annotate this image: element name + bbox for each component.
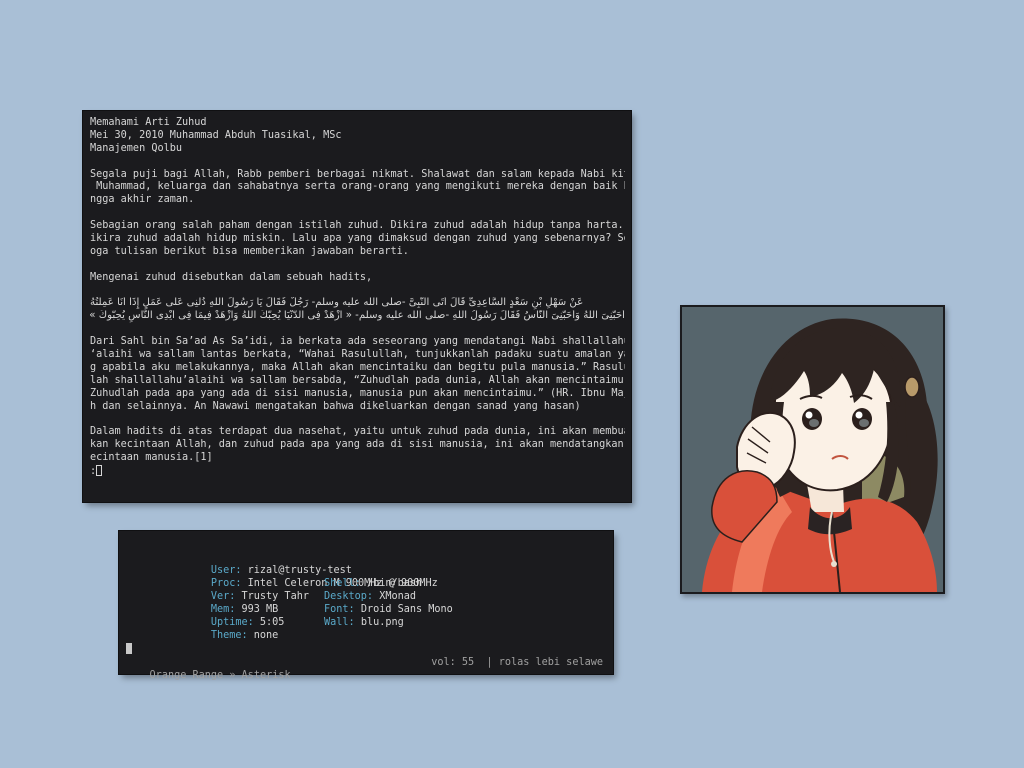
wall-label: Wall: — [324, 617, 355, 628]
reader-text-line — [90, 259, 625, 272]
reader-text-line — [90, 207, 625, 220]
reader-text-line: oga tulisan berikut bisa memberikan jawa… — [90, 245, 409, 257]
player-status-right: vol: 55 | rolas lebi selawe — [431, 656, 603, 669]
reader-text-line: Sebagian orang salah paham dengan istila… — [90, 220, 625, 232]
reader-text-line: Muhammad, keluarga dan sahabatnya serta … — [90, 181, 625, 193]
reader-text-after-line: Zuhudlah pada apa yang ada di sisi manus… — [90, 387, 625, 399]
sysinfo-row-uptime-font: Uptime: 5:05 Font: Droid Sans Mono — [174, 603, 594, 628]
sysinfo-terminal-window[interactable]: User: rizal@trusty-test Proc: Intel Cele… — [119, 531, 613, 681]
wall-value: blu.png — [360, 617, 404, 628]
anime-girl-portrait-icon — [680, 305, 945, 594]
shell-label: Shell: — [324, 578, 361, 589]
volume-readout: vol: 55 — [431, 657, 475, 668]
reader-text-block-after: Dari Sahl bin Sa’ad As Sa’idi, ia berkat… — [90, 323, 625, 465]
reader-text-after-line: Dalam hadits di atas terdapat dua naseha… — [90, 426, 625, 438]
reader-terminal-window[interactable]: Memahami Arti Zuhud Mei 30, 2010 Muhammad… — [83, 111, 631, 502]
music-player-statusbar: Orange Range » Asterisk vol: 55 | rolas … — [125, 656, 603, 681]
shell-block-cursor — [126, 643, 132, 654]
font-field: Font: Droid Sans Mono — [324, 603, 453, 616]
reader-text-line — [90, 156, 625, 169]
sysinfo-row-proc: Proc: Intel Celeron M 900MHz @ 900MHz — [174, 564, 594, 589]
now-playing-track: Orange Range » Asterisk — [149, 670, 291, 681]
sysinfo-row-theme-wall: Theme: none Wall: blu.png — [174, 616, 594, 641]
reader-text-after-line: kan kecintaan Allah, dan zuhud pada apa … — [90, 439, 625, 451]
reader-text-line: ngga akhir zaman. — [90, 194, 195, 206]
reader-text-line: ikira zuhud adalah hidup miskin. Lalu ap… — [90, 233, 625, 245]
reader-text-after-line: h dan selainnya. An Nawawi mengatakan ba… — [90, 400, 581, 412]
reader-text-line: Mei 30, 2010 Muhammad Abduh Tuasikal, MS… — [90, 129, 342, 141]
reader-text-after-line: ecintaan manusia.[1] — [90, 452, 213, 464]
reader-text-after-line: Dari Sahl bin Sa’ad As Sa’idi, ia berkat… — [90, 336, 625, 348]
reader-text-after-line: g apabila aku melakukannya, maka Allah a… — [90, 361, 625, 373]
reader-text-after-line — [90, 323, 625, 336]
reader-text-line: Segala puji bagi Allah, Rabb pemberi ber… — [90, 168, 625, 180]
status-separator: | — [486, 657, 493, 668]
wall-field: Wall: blu.png — [324, 616, 404, 629]
reader-text-line — [90, 285, 625, 298]
reader-text-line: Manajemen Qolbu — [90, 142, 183, 154]
reader-text-after-line: lah shallallahu’alaihi wa sallam bersabd… — [90, 374, 625, 386]
reader-text-after-line — [90, 413, 625, 426]
now-playing-song: rolas lebi selawe — [498, 657, 603, 668]
theme-label: Theme: — [210, 630, 248, 641]
sysinfo-row-user: User: rizal@trusty-test — [174, 551, 594, 576]
font-value: Droid Sans Mono — [360, 604, 453, 615]
shell-field: Shell: /bin/bash — [324, 577, 422, 590]
reader-text-block: Memahami Arti Zuhud Mei 30, 2010 Muhammad… — [90, 117, 625, 297]
reader-text-line: Mengenai zuhud disebutkan dalam sebuah h… — [90, 271, 373, 283]
arabic-hadith-line-1: عَنْ سَهْلِ بْنِ سَعْدٍ السَّاعِدِىِّ قَ… — [90, 297, 584, 309]
pager-prompt[interactable]: : — [90, 465, 625, 479]
reader-text-after-line: ‘alaihi wa sallam lantas berkata, “Wahai… — [90, 349, 625, 361]
portrait-drawing — [682, 307, 943, 592]
theme-value: none — [253, 630, 279, 641]
desktop-field: Desktop: XMonad — [324, 590, 416, 603]
desktop-value: XMonad — [379, 591, 417, 602]
text-cursor — [96, 465, 103, 477]
sysinfo-grid: User: rizal@trusty-test Proc: Intel Cele… — [174, 551, 594, 641]
shell-value: /bin/bash — [366, 578, 423, 589]
sysinfo-row-ver-shell: Ver: Trusty Tahr Shell: /bin/bash — [174, 577, 594, 602]
sysinfo-row-mem-desktop: Mem: 993 MB Desktop: XMonad — [174, 590, 594, 615]
font-label: Font: — [324, 604, 355, 615]
arabic-hadith-line-2: أَحَبَّنِىَ اللَّهُ وَأَحَبَّنِىَ النَّا… — [90, 310, 625, 322]
reader-text-line: Memahami Arti Zuhud — [90, 117, 207, 128]
desktop-label: Desktop: — [324, 591, 374, 602]
